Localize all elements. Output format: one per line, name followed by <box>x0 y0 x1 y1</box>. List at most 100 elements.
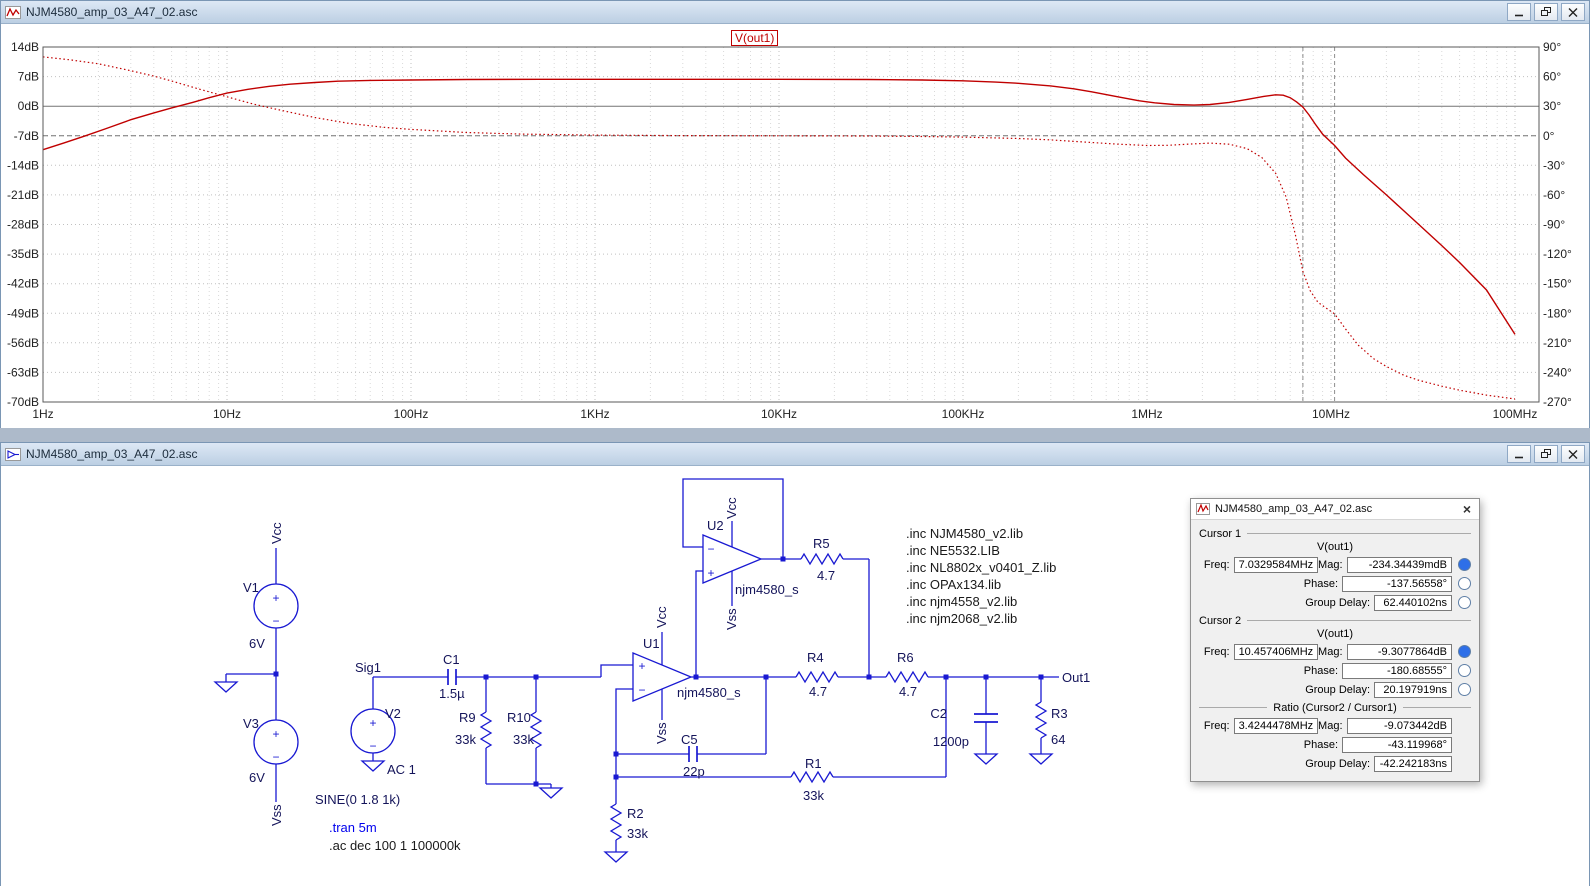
ratio-mag-value: -9.073442dB <box>1347 718 1452 734</box>
r1-name-label[interactable]: R1 <box>805 756 822 771</box>
spice-directive-ac[interactable]: .ac dec 100 1 100000k <box>329 838 461 853</box>
waveform-window-titlebar[interactable]: NJM4580_amp_03_A47_02.asc <box>1 1 1589 24</box>
svg-text:-56dB: -56dB <box>7 336 39 350</box>
cursor1-phase-radio[interactable] <box>1458 577 1471 590</box>
ltspice-application: NJM4580_amp_03_A47_02.asc 14dB7dB0dB-7dB… <box>0 0 1590 886</box>
schematic-window-titlebar[interactable]: NJM4580_amp_03_A47_02.asc <box>1 443 1589 466</box>
r10-name-label[interactable]: R10 <box>507 710 531 725</box>
svg-text:-63dB: -63dB <box>7 365 39 379</box>
r3-name-label[interactable]: R3 <box>1051 706 1068 721</box>
cursor2-phase-radio[interactable] <box>1458 664 1471 677</box>
svg-text:-7dB: -7dB <box>14 129 39 143</box>
restore-button[interactable] <box>1534 445 1558 463</box>
r6-value-label[interactable]: 4.7 <box>899 684 917 699</box>
svg-text:−: − <box>707 542 714 556</box>
r2-value-label[interactable]: 33k <box>627 826 648 841</box>
minimize-button[interactable] <box>1507 3 1531 21</box>
svg-text:+: + <box>707 566 714 580</box>
restore-button[interactable] <box>1534 3 1558 21</box>
close-button[interactable] <box>1561 445 1585 463</box>
v2-value-label[interactable]: AC 1 <box>387 762 416 777</box>
cursor1-mag-radio[interactable] <box>1458 558 1471 571</box>
minimize-button[interactable] <box>1507 445 1531 463</box>
svg-text:-49dB: -49dB <box>7 306 39 320</box>
cursor-panel-titlebar[interactable]: NJM4580_amp_03_A47_02.asc × <box>1191 499 1479 520</box>
close-icon[interactable]: × <box>1460 502 1474 516</box>
waveform-window-title: NJM4580_amp_03_A47_02.asc <box>26 5 197 19</box>
net-flag-vcc[interactable]: Vcc <box>269 522 284 544</box>
close-button[interactable] <box>1561 3 1585 21</box>
cursor2-header: Cursor 2 <box>1199 613 1471 628</box>
svg-text:7dB: 7dB <box>18 70 39 84</box>
cursor2-mag-value: -9.3077864dB <box>1347 644 1452 660</box>
c5-name-label[interactable]: C5 <box>681 732 698 747</box>
svg-text:+: + <box>272 727 279 741</box>
r5-value-label[interactable]: 4.7 <box>817 568 835 583</box>
schematic-window-title: NJM4580_amp_03_A47_02.asc <box>26 447 197 461</box>
net-flag-vcc[interactable]: Vcc <box>724 497 739 519</box>
v1-name-label[interactable]: V1 <box>243 580 259 595</box>
cursor2-phase-value: -180.68555° <box>1342 663 1452 679</box>
ltspice-icon <box>1196 503 1210 515</box>
r9-name-label[interactable]: R9 <box>459 710 476 725</box>
r5-name-label[interactable]: R5 <box>813 536 830 551</box>
bode-plot[interactable]: 14dB7dB0dB-7dB-14dB-21dB-28dB-35dB-42dB-… <box>1 24 1589 428</box>
u1-name-label[interactable]: U1 <box>643 636 660 651</box>
svg-text:-270°: -270° <box>1543 395 1572 409</box>
group-delay-label: Group Delay: <box>1305 597 1374 609</box>
svg-text:−: − <box>638 683 645 697</box>
phase-label: Phase: <box>1304 739 1342 751</box>
cursor1-signal: V(out1) <box>1199 541 1471 554</box>
spice-include-line[interactable]: .inc NL8802x_v0401_Z.lib <box>906 560 1056 575</box>
net-flag-vss[interactable]: Vss <box>724 608 739 630</box>
bode-plot-pane[interactable]: 14dB7dB0dB-7dB-14dB-21dB-28dB-35dB-42dB-… <box>1 24 1589 428</box>
v1-value-label[interactable]: 6V <box>249 636 265 651</box>
r1-value-label[interactable]: 33k <box>803 788 824 803</box>
ratio-freq-value: 3.4244478MHz <box>1234 718 1318 734</box>
v2-name-label[interactable]: V2 <box>385 706 401 721</box>
r10-value-label[interactable]: 33k <box>513 732 534 747</box>
c1-value-label[interactable]: 1.5µ <box>439 686 465 701</box>
spice-include-line[interactable]: .inc njm2068_v2.lib <box>906 611 1017 626</box>
cursor1-group-delay-radio[interactable] <box>1458 596 1471 609</box>
cursor-panel-title: NJM4580_amp_03_A47_02.asc <box>1215 503 1372 515</box>
r4-value-label[interactable]: 4.7 <box>809 684 827 699</box>
freq-label: Freq: <box>1199 559 1234 571</box>
net-flag-vss[interactable]: Vss <box>654 722 669 744</box>
svg-text:-14dB: -14dB <box>7 158 39 172</box>
r3-value-label[interactable]: 64 <box>1051 732 1065 747</box>
v3-value-label[interactable]: 6V <box>249 770 265 785</box>
c2-value-label[interactable]: 1200p <box>933 734 969 749</box>
spice-directive-tran[interactable]: .tran 5m <box>329 820 377 835</box>
u2-value-label[interactable]: njm4580_s <box>735 582 799 597</box>
r2-name-label[interactable]: R2 <box>627 806 644 821</box>
r6-name-label[interactable]: R6 <box>897 650 914 665</box>
svg-text:-120°: -120° <box>1543 247 1572 261</box>
svg-text:-35dB: -35dB <box>7 247 39 261</box>
r9-value-label[interactable]: 33k <box>455 732 476 747</box>
spice-include-line[interactable]: .inc NJM4580_v2.lib <box>906 526 1023 541</box>
r4-name-label[interactable]: R4 <box>807 650 824 665</box>
svg-text:-210°: -210° <box>1543 336 1572 350</box>
net-flag-out1[interactable]: Out1 <box>1062 670 1090 685</box>
svg-text:-180°: -180° <box>1543 306 1572 320</box>
u2-name-label[interactable]: U2 <box>707 518 724 533</box>
net-flag-vss[interactable]: Vss <box>269 804 284 826</box>
cursor2-mag-radio[interactable] <box>1458 645 1471 658</box>
net-flag-sig1[interactable]: Sig1 <box>355 660 381 675</box>
net-flag-vcc[interactable]: Vcc <box>654 606 669 628</box>
trace-label[interactable]: V(out1) <box>731 30 778 46</box>
spice-include-line[interactable]: .inc NE5532.LIB <box>906 543 1000 558</box>
phase-label: Phase: <box>1304 578 1342 590</box>
c1-name-label[interactable]: C1 <box>443 652 460 667</box>
u1-value-label[interactable]: njm4580_s <box>677 685 741 700</box>
spice-include-line[interactable]: .inc njm4558_v2.lib <box>906 594 1017 609</box>
c2-name-label[interactable]: C2 <box>930 706 947 721</box>
cursor2-group-delay-radio[interactable] <box>1458 683 1471 696</box>
v2-sine-label[interactable]: SINE(0 1.8 1k) <box>315 792 400 807</box>
v3-name-label[interactable]: V3 <box>243 716 259 731</box>
spice-include-line[interactable]: .inc OPAx134.lib <box>906 577 1001 592</box>
svg-text:-28dB: -28dB <box>7 218 39 232</box>
c5-value-label[interactable]: 22p <box>683 764 705 779</box>
svg-text:-90°: -90° <box>1543 218 1565 232</box>
